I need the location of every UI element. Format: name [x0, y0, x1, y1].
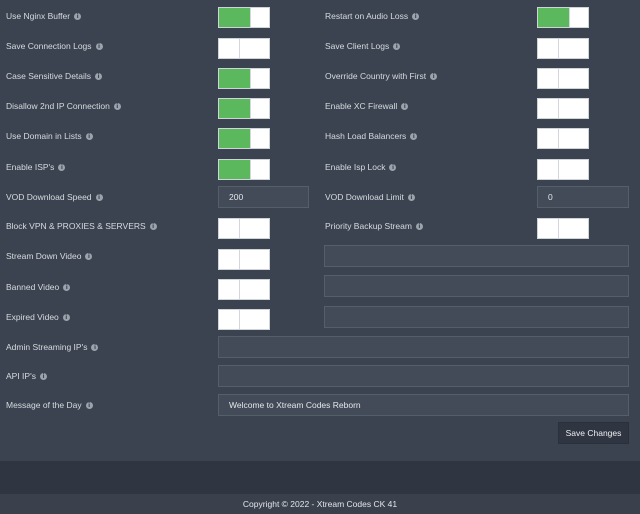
label-stream-down-video: Stream Down Video i [6, 249, 93, 263]
label-block-vpn: Block VPN & PROXIES & SERVERS i [6, 219, 157, 233]
toggle-on-fill [219, 129, 250, 148]
save-changes-button[interactable]: Save Changes [558, 422, 629, 444]
label-restart-on-audio-loss: Restart on Audio Loss i [325, 9, 420, 23]
info-icon: i [63, 283, 71, 291]
toggle-divider [239, 39, 240, 58]
label-priority-backup-stream: Priority Backup Stream i [325, 219, 423, 233]
info-icon: i [95, 193, 103, 201]
label-api-ips: API IP's i [6, 369, 47, 383]
info-icon: i [410, 132, 418, 140]
label-enable-isp-lock: Enable Isp Lock i [325, 160, 397, 174]
toggle-override-country[interactable] [537, 68, 589, 89]
toggle-on-fill [219, 8, 250, 27]
toggle-divider [239, 280, 240, 299]
label-banned-video: Banned Video i [6, 280, 71, 294]
toggle-priority-backup-stream[interactable] [537, 218, 589, 239]
footer: Copyright © 2022 - Xtream Codes CK 41 [0, 494, 640, 514]
toggle-enable-isp-lock[interactable] [537, 159, 589, 180]
toggle-on-fill [219, 160, 250, 179]
info-icon: i [430, 72, 438, 80]
footer-band [0, 461, 640, 494]
toggle-divider [558, 160, 559, 179]
toggle-divider [558, 219, 559, 238]
info-icon: i [113, 102, 121, 110]
toggle-on-fill [538, 8, 569, 27]
label-use-domain-in-lists: Use Domain in Lists i [6, 129, 93, 143]
stream-down-video-url-input[interactable] [324, 245, 629, 267]
label-enable-xc-firewall: Enable XC Firewall i [325, 99, 409, 113]
toggle-divider [239, 219, 240, 238]
toggle-stream-down-video[interactable] [218, 249, 270, 270]
info-icon: i [412, 12, 420, 20]
toggle-restart-on-audio-loss[interactable] [537, 7, 589, 28]
toggle-divider [558, 129, 559, 148]
info-icon: i [415, 222, 423, 230]
label-case-sensitive-details: Case Sensitive Details i [6, 69, 103, 83]
info-icon: i [85, 252, 93, 260]
toggle-divider [250, 99, 251, 118]
info-icon: i [393, 42, 401, 50]
toggle-enable-xc-firewall[interactable] [537, 98, 589, 119]
toggle-on-fill [219, 69, 250, 88]
info-icon: i [149, 222, 157, 230]
toggle-divider [239, 250, 240, 269]
toggle-divider [558, 69, 559, 88]
toggle-hash-load-balancers[interactable] [537, 128, 589, 149]
settings-panel: Use Nginx Buffer i Save Connection Logs i … [0, 0, 640, 461]
toggle-banned-video[interactable] [218, 279, 270, 300]
api-ips-input[interactable] [218, 365, 629, 387]
label-disallow-2nd-ip: Disallow 2nd IP Connection i [6, 99, 121, 113]
toggle-expired-video[interactable] [218, 309, 270, 330]
info-icon: i [39, 372, 47, 380]
toggle-divider [250, 129, 251, 148]
toggle-divider [239, 310, 240, 329]
toggle-divider [250, 160, 251, 179]
label-save-client-logs: Save Client Logs i [325, 39, 401, 53]
footer-copyright: Copyright © 2022 - Xtream Codes CK 41 [242, 499, 398, 509]
toggle-disallow-2nd-ip[interactable] [218, 98, 270, 119]
info-icon: i [85, 401, 93, 409]
label-expired-video: Expired Video i [6, 310, 70, 324]
info-icon: i [91, 343, 99, 351]
label-enable-isps: Enable ISP's i [6, 160, 66, 174]
toggle-divider [558, 39, 559, 58]
admin-streaming-ips-input[interactable] [218, 336, 629, 358]
info-icon: i [85, 132, 93, 140]
label-save-connection-logs: Save Connection Logs i [6, 39, 103, 53]
toggle-block-vpn[interactable] [218, 218, 270, 239]
banned-video-url-input[interactable] [324, 275, 629, 297]
label-message-of-the-day: Message of the Day i [6, 398, 93, 412]
toggle-divider [558, 99, 559, 118]
toggle-save-client-logs[interactable] [537, 38, 589, 59]
label-vod-download-speed: VOD Download Speed i [6, 190, 103, 204]
info-icon: i [58, 163, 66, 171]
toggle-case-sensitive-details[interactable] [218, 68, 270, 89]
label-admin-streaming-ips: Admin Streaming IP's i [6, 340, 99, 354]
toggle-use-nginx-buffer[interactable] [218, 7, 270, 28]
info-icon: i [407, 193, 415, 201]
toggle-divider [569, 8, 570, 27]
info-icon: i [401, 102, 409, 110]
info-icon: i [95, 72, 103, 80]
toggle-divider [250, 8, 251, 27]
info-icon: i [389, 163, 397, 171]
info-icon: i [95, 42, 103, 50]
toggle-enable-isps[interactable] [218, 159, 270, 180]
label-vod-download-limit: VOD Download Limit i [325, 190, 415, 204]
label-override-country: Override Country with First i [325, 69, 438, 83]
toggle-divider [250, 69, 251, 88]
toggle-on-fill [219, 99, 250, 118]
info-icon: i [62, 313, 70, 321]
expired-video-url-input[interactable] [324, 306, 629, 328]
toggle-save-connection-logs[interactable] [218, 38, 270, 59]
message-of-the-day-input[interactable]: Welcome to Xtream Codes Reborn [218, 394, 629, 416]
vod-download-speed-input[interactable]: 200 [218, 186, 309, 208]
toggle-use-domain-in-lists[interactable] [218, 128, 270, 149]
info-icon: i [74, 12, 82, 20]
vod-download-limit-input[interactable]: 0 [537, 186, 629, 208]
label-use-nginx-buffer: Use Nginx Buffer i [6, 9, 82, 23]
label-hash-load-balancers: Hash Load Balancers i [325, 129, 418, 143]
